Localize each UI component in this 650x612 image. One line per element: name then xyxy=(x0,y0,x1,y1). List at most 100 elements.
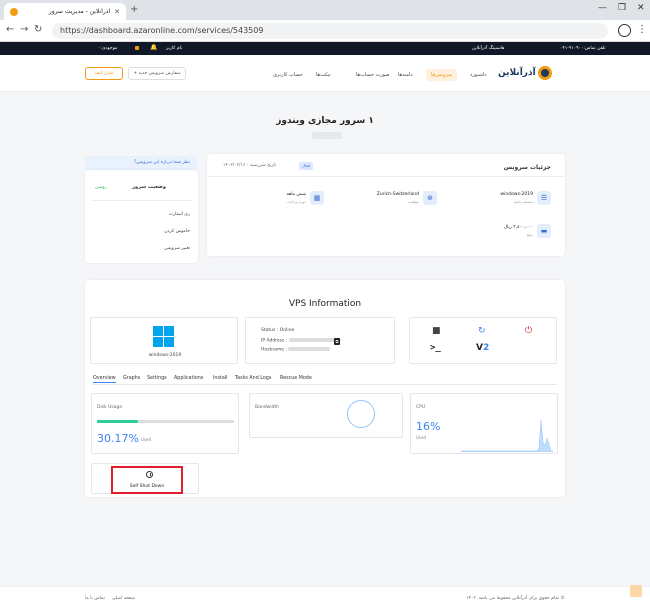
favicon-icon xyxy=(10,7,18,16)
detail-os-label: سیستم عامل xyxy=(513,200,533,204)
server-status-card: وضعیت سرور روشن ری استارت خاموش کردن تغی… xyxy=(85,170,198,263)
nav-item-account[interactable]: حساب کاربری xyxy=(273,72,303,78)
service-details-title: جزئیات سرویس xyxy=(503,164,551,171)
disk-usage-label: Disk Usage xyxy=(97,405,123,410)
os-name: windows-2019 xyxy=(148,353,182,358)
cpu-percent: 16% xyxy=(416,420,441,433)
change-service-button[interactable]: تغییر سرویس xyxy=(165,246,190,251)
os-panel: windows-2019 xyxy=(90,317,238,364)
clock-icon xyxy=(146,471,153,478)
service-details-card: جزئیات سرویس فعال تاریخ سررسید : ۱۴۰۲/۰۳… xyxy=(207,154,565,256)
stop-icon[interactable]: ■ xyxy=(432,326,441,336)
detail-location: ⊕ Zurich-Switzerland موقعیت xyxy=(347,191,437,207)
tab-graphs[interactable]: Graphs xyxy=(123,376,140,381)
detail-os-value: windows-2019 xyxy=(500,192,534,197)
globe-icon: ⊕ xyxy=(423,191,437,205)
detail-price: ▬ ۳,۸۰۰,۰۰۰ ریال مبلغ xyxy=(461,224,551,240)
wallet-charge-button[interactable]: شارژ کیف xyxy=(85,67,123,80)
tab-overview[interactable]: Overview xyxy=(93,376,116,383)
close-tab-icon[interactable]: ✕ xyxy=(114,8,120,16)
money-icon: ▬ xyxy=(537,224,551,238)
browser-menu-icon[interactable]: ⋮ xyxy=(637,24,647,35)
calendar-icon: ▦ xyxy=(310,191,324,205)
self-shutdown-label: Self Shut Down xyxy=(129,484,165,489)
ip-address-redacted xyxy=(288,338,341,342)
nav-item-domains[interactable]: دامنه‌ها xyxy=(398,72,413,78)
restart-button[interactable]: ری استارت xyxy=(169,212,190,217)
nav-item-services[interactable]: سرویس‌ها xyxy=(426,69,458,81)
divider xyxy=(207,176,565,177)
tab-settings[interactable]: Settings xyxy=(147,376,167,381)
phone-number: تلفن تماس:۹۱۰۹۰۰-۰۴۱ xyxy=(560,46,606,51)
console-icon[interactable]: >_ xyxy=(430,343,441,353)
add-service-button[interactable]: سفارش سرویس جدید + xyxy=(128,67,186,80)
disk-usage-bar xyxy=(97,420,234,423)
forward-icon[interactable]: → xyxy=(20,24,28,35)
status-label: Status : xyxy=(261,328,279,333)
disk-usage-fill xyxy=(97,420,139,423)
reload-icon[interactable]: ↻ xyxy=(34,24,42,35)
wallet-icon xyxy=(135,46,139,50)
feedback-link[interactable]: نظر شما درباره این سرویس؟ xyxy=(85,156,198,170)
copy-ip-button[interactable]: ⧉ xyxy=(334,338,340,345)
minimize-icon[interactable]: — xyxy=(598,3,607,13)
browser-tab-title: آذرآنلاین - مدیریت سرور xyxy=(48,8,111,15)
window-close-icon[interactable]: ✕ xyxy=(637,3,645,13)
site-top-strip: موجودی:۰ 🔔 نام کاربر هاستینگ آذرآنلاین ت… xyxy=(0,42,650,55)
wallet-balance[interactable]: موجودی:۰ xyxy=(98,46,117,51)
profile-icon[interactable] xyxy=(618,24,631,37)
vnc-icon[interactable]: V2 xyxy=(476,343,489,353)
footer: © تمام حقوق برای آذرآنلاین محفوظ می باشد… xyxy=(0,586,650,612)
site-logo[interactable]: آذرآنلاین xyxy=(498,63,566,83)
vps-information-card: VPS Information windows-2019 Status : On… xyxy=(85,280,565,497)
os-icon: ☰ xyxy=(537,191,551,205)
due-date: تاریخ سررسید : ۱۴۰۲/۰۳/۱۶ xyxy=(223,163,277,168)
cpu-used-label: Used xyxy=(416,435,427,440)
divider xyxy=(91,200,192,201)
disk-usage-panel: Disk Usage 30.17% Used xyxy=(91,393,239,454)
tab-tasks-and-logs[interactable]: Tasks And Logs xyxy=(235,376,271,381)
detail-billing-cycle: ▦ شش ماهه دوره پرداخت xyxy=(234,191,324,207)
server-info-panel: Status : Online IP Address : ⧉ Hostname … xyxy=(245,317,395,364)
notification-icon[interactable]: 🔔 xyxy=(150,44,157,51)
maximize-icon[interactable]: ❐ xyxy=(618,3,626,13)
tab-install[interactable]: Install xyxy=(213,376,227,381)
hostname-label: Hostname : xyxy=(261,347,287,353)
cpu-label: CPU xyxy=(416,405,426,410)
status-value: Online xyxy=(279,328,295,333)
back-icon[interactable]: ← xyxy=(6,24,14,35)
refresh-icon[interactable]: ↻ xyxy=(478,326,486,336)
power-icon[interactable]: ⏻ xyxy=(525,326,532,336)
detail-location-value: Zurich-Switzerland xyxy=(376,192,419,197)
scroll-to-top-button[interactable] xyxy=(630,585,642,597)
power-state: روشن xyxy=(95,185,107,190)
footer-home-link[interactable]: صفحه اصلی xyxy=(112,596,135,601)
disk-used-label: Used xyxy=(141,437,152,442)
tab-applications[interactable]: Applications xyxy=(174,376,203,381)
ip-label: IP Address : xyxy=(261,338,288,344)
new-tab-icon[interactable]: + xyxy=(130,4,138,15)
shutdown-button[interactable]: خاموش کردن xyxy=(164,229,190,234)
status-row: Status : Online xyxy=(261,328,294,333)
logo-mark-icon xyxy=(537,66,552,80)
nav-item-invoices[interactable]: صورت حساب‌ها xyxy=(356,72,389,78)
tab-rescue-mode[interactable]: Rescue Mode xyxy=(280,376,312,381)
address-bar-row: ← → ↻ https://dashboard.azaronline.com/s… xyxy=(0,20,650,42)
footer-contact-link[interactable]: تماس با ما xyxy=(85,596,105,601)
nav-item-dashboard[interactable]: داشبورد xyxy=(470,72,487,78)
self-shutdown-panel: Self Shut Down xyxy=(91,463,199,494)
main-navigation: آذرآنلاین داشبورد سرویس‌ها دامنه‌ها صورت… xyxy=(0,55,650,92)
nav-item-tickets[interactable]: تیکت‌ها xyxy=(316,72,331,78)
control-panel: ■ ↻ ⏻ >_ V2 xyxy=(409,317,557,364)
user-menu[interactable]: نام کاربر xyxy=(166,46,182,51)
hostname-redacted xyxy=(288,347,331,351)
self-shutdown-button[interactable]: Self Shut Down xyxy=(111,466,183,494)
hostname-row: Hostname : xyxy=(261,347,331,353)
url-input[interactable]: https://dashboard.azaronline.com/service… xyxy=(52,23,608,39)
hosting-link[interactable]: هاستینگ آذرآنلاین xyxy=(472,46,504,51)
browser-tab[interactable]: آذرآنلاین - مدیریت سرور ✕ xyxy=(4,3,126,20)
disk-usage-percent: 30.17% xyxy=(97,432,139,445)
detail-billing-value: شش ماهه xyxy=(286,192,306,197)
detail-price-value: ۳,۸۰۰,۰۰۰ ریال xyxy=(503,225,533,230)
vps-tabs: Overview Graphs Settings Applications In… xyxy=(93,376,557,385)
